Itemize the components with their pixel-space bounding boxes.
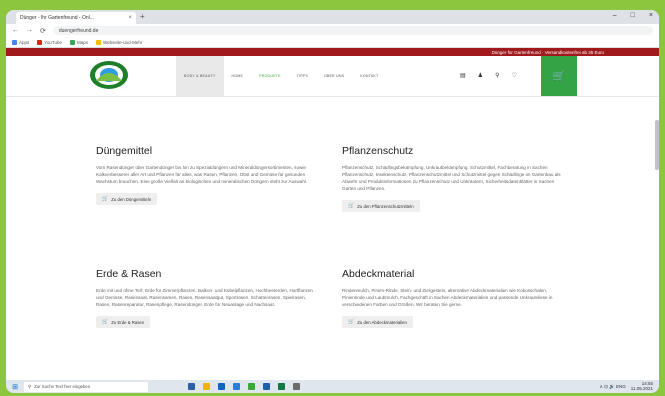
bookmark-maps[interactable]: Maps xyxy=(69,39,88,45)
category-button[interactable]: 🛒 Zu den Pflanzenschutzmitteln xyxy=(342,200,420,212)
file-explorer-icon[interactable] xyxy=(203,383,210,390)
category-button[interactable]: 🛒 Zu den Abdeckmaterialien xyxy=(342,316,413,328)
back-icon[interactable]: ← xyxy=(12,27,19,34)
edge-icon[interactable] xyxy=(218,383,225,390)
maximize-button[interactable]: □ xyxy=(631,12,635,19)
system-tray: ∧ ⊡ 🔊 ENG 14:55 11.05.2021 xyxy=(600,381,659,391)
word-icon[interactable] xyxy=(263,383,270,390)
category-title: Abdeckmaterial xyxy=(342,268,415,280)
menu-item-produkte[interactable]: PRODUKTE xyxy=(251,56,289,96)
menu-item-ueber-uns[interactable]: ÜBER UNS xyxy=(316,56,352,96)
menu-item-body-beauty[interactable]: BODY & BEAUTY xyxy=(176,56,224,96)
user-icon[interactable]: ♟ xyxy=(478,72,483,79)
cart-icon: 🛒 xyxy=(102,196,109,202)
announcement-bar: Dünger für Gartenfreund · Versandkostenf… xyxy=(6,48,659,56)
category-text: Pflanzenschutz, Schädlingsbekämpfung, Un… xyxy=(342,165,561,191)
browser-toolbar: ← → ⟳ duengerfreund.de xyxy=(6,24,659,37)
menu-item-kontakt[interactable]: KONTAKT xyxy=(352,56,386,96)
chrome-icon[interactable] xyxy=(248,383,255,390)
tray-icons[interactable]: ∧ ⊡ 🔊 ENG xyxy=(600,384,626,390)
new-tab-button[interactable]: + xyxy=(140,12,145,21)
announcement-text: Dünger für Gartenfreund · Versandkostenf… xyxy=(491,49,604,55)
apps-icon xyxy=(12,39,17,45)
cart-icon: 🛒 xyxy=(552,70,566,82)
youtube-icon xyxy=(37,39,43,45)
menu-item-tipps[interactable]: TIPPS xyxy=(289,56,316,96)
clock[interactable]: 14:55 11.05.2021 xyxy=(630,381,653,391)
taskbar-search[interactable]: ⚲ Zur Suche Text hier eingeben xyxy=(24,381,148,392)
search-icon[interactable]: ⚲ xyxy=(495,72,499,79)
forward-icon[interactable]: → xyxy=(26,27,33,34)
menu-item-home[interactable]: HOME xyxy=(224,56,252,96)
category-pflanzenschutz: Pflanzenschutz Pflanzenschutz, Schädling… xyxy=(342,145,562,212)
category-title: Düngemittel xyxy=(96,145,153,157)
category-text: Rindenmulch, Pinien-Rinde, Stein- und Zi… xyxy=(342,288,553,307)
window-controls: – □ × xyxy=(613,12,653,19)
category-button[interactable]: 🛒 Zu Erde & Rasen xyxy=(96,316,151,328)
tab-bar: Dünger - Ihr Gartenfreund - Onl... × + –… xyxy=(6,10,659,24)
wishlist-icon[interactable]: ♡ xyxy=(511,72,516,79)
bookmark-youtube[interactable]: YouTube xyxy=(37,39,62,45)
category-text: Vom Rasendünger über Gartendünger bis hi… xyxy=(96,165,308,184)
maps-icon xyxy=(69,39,75,45)
close-window-button[interactable]: × xyxy=(649,12,653,19)
category-button[interactable]: 🛒 Zu den Düngemitteln xyxy=(96,193,158,205)
excel-icon[interactable] xyxy=(278,383,285,390)
site-logo[interactable] xyxy=(88,59,130,91)
cart-icon: 🛒 xyxy=(348,203,355,209)
tab-title: Dünger - Ihr Gartenfreund - Onl... xyxy=(20,15,94,21)
windows-start-icon[interactable]: ⊞ xyxy=(10,383,20,391)
category-title: Pflanzenschutz xyxy=(342,145,414,157)
header-icons: ▤ ♟ ⚲ ♡ xyxy=(460,72,517,79)
bookmark-icon xyxy=(95,39,101,45)
minimize-button[interactable]: – xyxy=(613,12,617,19)
site-header: BODY & BEAUTY HOME PRODUKTE TIPPS ÜBER U… xyxy=(6,56,659,97)
grid-icon[interactable]: ▤ xyxy=(460,72,466,79)
tab-close-icon[interactable]: × xyxy=(128,15,132,21)
browser-window: Dünger - Ihr Gartenfreund - Onl... × + –… xyxy=(6,10,659,393)
store-icon[interactable] xyxy=(233,383,240,390)
category-abdeckmaterial: Abdeckmaterial Rindenmulch, Pinien-Rinde… xyxy=(342,268,562,328)
task-view-icon[interactable] xyxy=(188,383,195,390)
category-erde-rasen: Erde & Rasen Erde mit und ohne Torf, Erd… xyxy=(96,268,316,328)
cart-icon: 🛒 xyxy=(348,319,355,325)
category-duengemittel: Düngemittel Vom Rasendünger über Gartend… xyxy=(96,145,316,205)
category-title: Erde & Rasen xyxy=(96,268,162,280)
settings-icon[interactable] xyxy=(293,383,300,390)
browser-tab[interactable]: Dünger - Ihr Gartenfreund - Onl... × xyxy=(16,12,136,24)
reload-icon[interactable]: ⟳ xyxy=(40,27,46,35)
bookmark-apps[interactable]: Apps xyxy=(12,39,29,45)
cart-icon: 🛒 xyxy=(102,319,109,325)
bookmarks-bar: Apps YouTube Maps Webseite-und-Mehr xyxy=(6,37,659,48)
bookmark-website[interactable]: Webseite-und-Mehr xyxy=(95,39,142,45)
taskbar-search-placeholder: Zur Suche Text hier eingeben xyxy=(34,384,91,389)
taskbar-apps xyxy=(188,383,300,390)
clock-date: 11.05.2021 xyxy=(630,385,653,391)
category-text: Erde mit und ohne Torf, Erde für Zimmerp… xyxy=(96,288,313,307)
cart-button[interactable]: 🛒 xyxy=(541,56,577,96)
main-menu: BODY & BEAUTY HOME PRODUKTE TIPPS ÜBER U… xyxy=(176,56,386,96)
scrollbar-thumb[interactable] xyxy=(655,120,659,170)
address-bar[interactable]: duengerfreund.de xyxy=(52,26,653,35)
taskbar: ⊞ ⚲ Zur Suche Text hier eingeben ∧ ⊡ 🔊 E… xyxy=(6,380,659,393)
search-icon: ⚲ xyxy=(28,383,32,389)
